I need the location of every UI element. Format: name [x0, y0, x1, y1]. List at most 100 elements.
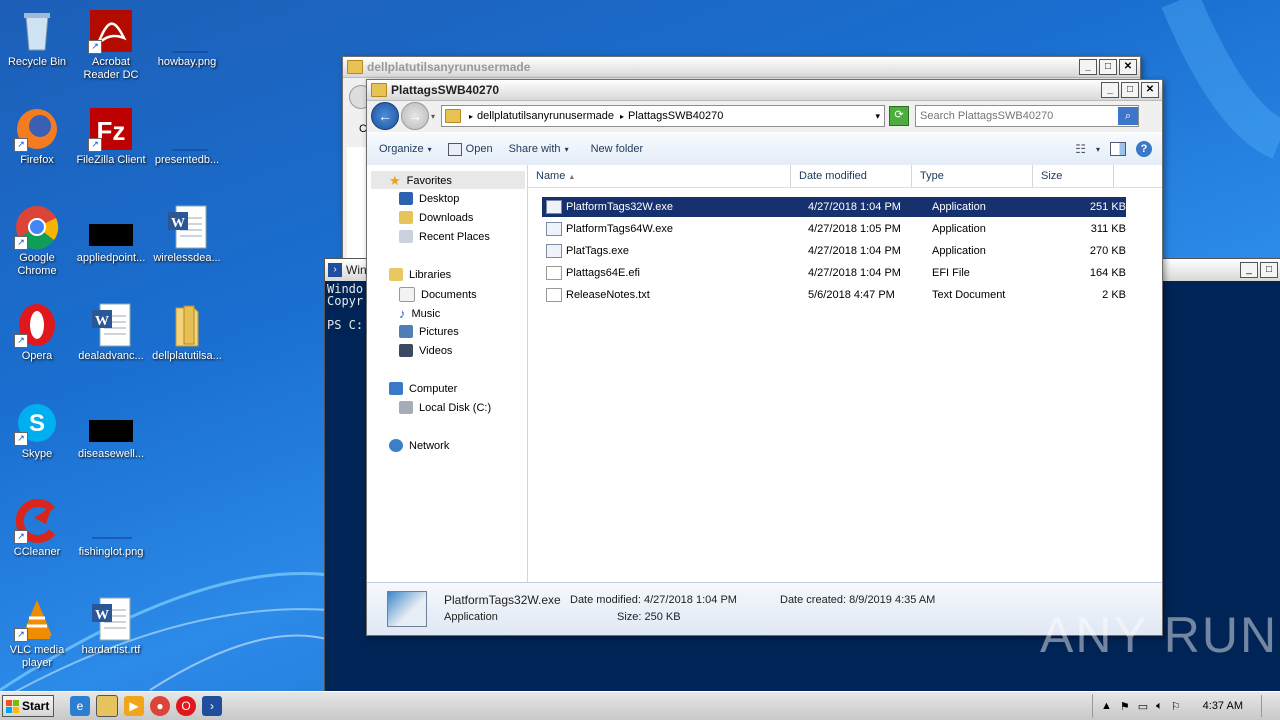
maximize-button[interactable]: □ [1099, 59, 1117, 75]
desktop-icon-ccleaner[interactable]: ↗ fishinglot.png CCleaner [0, 498, 74, 559]
maximize-button[interactable]: □ [1121, 82, 1139, 98]
new-folder-button[interactable]: New folder [591, 143, 644, 155]
desktop-icon-howbay[interactable]: howbay.png [150, 8, 224, 69]
back-window-titlebar[interactable]: dellplatutilsanyrunusermade _ □ ✕ [343, 57, 1140, 78]
refresh-icon[interactable]: ⟳ [889, 106, 909, 126]
chevron-right-icon[interactable]: ▸ [469, 112, 473, 121]
desktop-icon-google-chrome[interactable]: ↗ Google Chrome [0, 204, 74, 278]
svg-text:W: W [95, 608, 109, 623]
desktop-icon-skype[interactable]: S ↗ Skype [0, 400, 74, 461]
windows-explorer-taskbar-icon[interactable] [96, 695, 118, 717]
open-button[interactable]: Open [447, 142, 493, 156]
file-row[interactable]: PlatformTags32W.exe 4/27/2018 1:04 PM Ap… [542, 197, 1126, 217]
organize-button[interactable]: Organize ▾ [379, 143, 432, 155]
chevron-down-icon: ▾ [427, 144, 432, 154]
recycle-bin-icon [14, 8, 60, 54]
file-row[interactable]: PlatformTags64W.exe 4/27/2018 1:05 PM Ap… [542, 219, 1126, 239]
desktop-icon-opera[interactable]: ↗ Opera [0, 302, 74, 363]
chevron-right-icon[interactable]: ▸ [620, 112, 624, 121]
desktop-icon-firefox[interactable]: ↗ Firefox [0, 106, 74, 167]
desktop-icon-fishinglot[interactable]: fishinglot.png [74, 498, 148, 559]
column-headers: Name ▲ Date modified Type Size [528, 165, 1162, 188]
music-icon: ♪ [399, 306, 406, 321]
help-icon[interactable]: ? [1136, 141, 1152, 157]
nav-local-disk[interactable]: Local Disk (C:) [399, 401, 491, 414]
star-icon: ★ [389, 173, 401, 188]
powershell-console-text[interactable]: Windo Copyr PS C: [327, 283, 363, 331]
nav-network[interactable]: Network [389, 439, 449, 452]
clock-time[interactable]: 4:37 AM [1203, 700, 1243, 712]
action-center-icon[interactable]: ⚑ [1120, 700, 1130, 713]
close-button[interactable]: ✕ [1119, 59, 1137, 75]
preview-pane-icon[interactable] [1110, 142, 1126, 156]
desktop-icon-vlc[interactable]: ↗ VLC media player [0, 596, 74, 670]
desktop-icon-diseasewell[interactable]: diseasewell... [74, 400, 148, 461]
back-window-title: dellplatutilsanyrunusermade [367, 60, 531, 74]
back-button[interactable]: ← [371, 102, 399, 130]
breadcrumb-parent[interactable]: dellplatutilsanyrunusermade [477, 110, 614, 122]
column-header-date[interactable]: Date modified [791, 165, 912, 187]
powershell-minimize-button[interactable]: _ [1240, 262, 1258, 278]
column-header-size[interactable]: Size [1033, 165, 1114, 187]
chevron-down-icon[interactable]: ▾ [1096, 145, 1100, 154]
search-input[interactable] [916, 109, 1118, 123]
minimize-button[interactable]: _ [1101, 82, 1119, 98]
volume-icon[interactable]: 🔈︎ [1156, 700, 1163, 713]
file-row[interactable]: PlatTags.exe 4/27/2018 1:04 PM Applicati… [542, 241, 1126, 261]
nav-videos[interactable]: Videos [399, 344, 452, 357]
nav-documents[interactable]: Documents [399, 287, 477, 302]
share-with-button[interactable]: Share with ▾ [509, 143, 569, 155]
breadcrumb-current[interactable]: PlattagsSWB40270 [628, 110, 723, 122]
opera-icon: ↗ [14, 302, 60, 348]
explorer-window[interactable]: PlattagsSWB40270 _ □ ✕ ← → ▾ ▸ dellplatu… [366, 79, 1163, 636]
search-box[interactable]: ⌕ [915, 105, 1139, 127]
file-row[interactable]: Plattags64E.efi 4/27/2018 1:04 PM EFI Fi… [542, 263, 1126, 283]
details-size: Size: 250 KB [617, 611, 681, 623]
details-date-created: Date created: 8/9/2019 4:35 AM [780, 594, 936, 606]
view-options-icon[interactable]: ☷ [1075, 142, 1086, 156]
minimize-button[interactable]: _ [1079, 59, 1097, 75]
chrome-icon[interactable]: ● [150, 696, 170, 716]
address-dropdown-icon[interactable]: ▾ [875, 111, 880, 122]
file-icon [164, 106, 210, 152]
nav-pictures[interactable]: Pictures [399, 325, 459, 338]
nav-desktop[interactable]: Desktop [399, 192, 459, 205]
start-button[interactable]: Start [2, 695, 54, 717]
computer-icon [389, 382, 403, 395]
desktop-icon-dealadvanc[interactable]: W dealadvanc... [74, 302, 148, 363]
forward-button[interactable]: → [401, 102, 429, 130]
desktop-icon-filezilla[interactable]: Fz ↗ FileZilla Client [74, 106, 148, 167]
column-header-name[interactable]: Name ▲ [528, 165, 791, 187]
address-row: ← → ▾ ▸ dellplatutilsanyrunusermade ▸ Pl… [367, 101, 1162, 131]
flag-icon[interactable]: ⚐ [1171, 700, 1181, 713]
nav-favorites[interactable]: ★ Favorites [389, 173, 452, 189]
search-icon[interactable]: ⌕ [1118, 107, 1138, 125]
nav-recent-places[interactable]: Recent Places [399, 230, 490, 243]
nav-music[interactable]: ♪ Music [399, 306, 440, 321]
desktop-icon-appliedpoint[interactable]: appliedpoint... [74, 204, 148, 265]
file-row[interactable]: ReleaseNotes.txt 5/6/2018 4:47 PM Text D… [542, 285, 1126, 305]
media-player-icon[interactable]: ▶ [124, 696, 144, 716]
show-hidden-icons-icon[interactable]: ▲ [1101, 700, 1112, 712]
desktop-icon-hardartist[interactable]: W hardartist.rtf [74, 596, 148, 657]
powershell-maximize-button[interactable]: □ [1260, 262, 1278, 278]
nav-downloads[interactable]: Downloads [399, 211, 473, 224]
nav-computer[interactable]: Computer [389, 382, 457, 395]
desktop-icon-wirelessdea[interactable]: W wirelessdea... [150, 204, 224, 265]
explorer-titlebar[interactable]: PlattagsSWB40270 _ □ ✕ [367, 80, 1162, 101]
desktop-icon-acrobat[interactable]: ↗ Acrobat Reader DC [74, 8, 148, 82]
column-header-type[interactable]: Type [912, 165, 1033, 187]
show-desktop-button[interactable] [1261, 695, 1272, 717]
powershell-taskbar-icon[interactable]: › [202, 696, 222, 716]
address-bar[interactable]: ▸ dellplatutilsanyrunusermade ▸ Plattags… [441, 105, 885, 127]
opera-icon[interactable]: O [176, 696, 196, 716]
close-button[interactable]: ✕ [1141, 82, 1159, 98]
nav-libraries[interactable]: Libraries [389, 268, 451, 281]
recent-pages-chevron-icon[interactable]: ▾ [431, 112, 435, 121]
desktop-icon-recycle-bin[interactable]: Recycle Bin [0, 8, 74, 69]
internet-explorer-icon[interactable]: e [70, 696, 90, 716]
navigation-pane: ★ Favorites Desktop Downloads Recent Plac… [367, 165, 528, 582]
desktop-icon-dellplatutils-folder[interactable]: dellplatutilsa... [150, 302, 224, 363]
network-icon[interactable]: ▭ [1138, 700, 1148, 713]
desktop-icon-presentedb[interactable]: presentedb... [150, 106, 224, 167]
